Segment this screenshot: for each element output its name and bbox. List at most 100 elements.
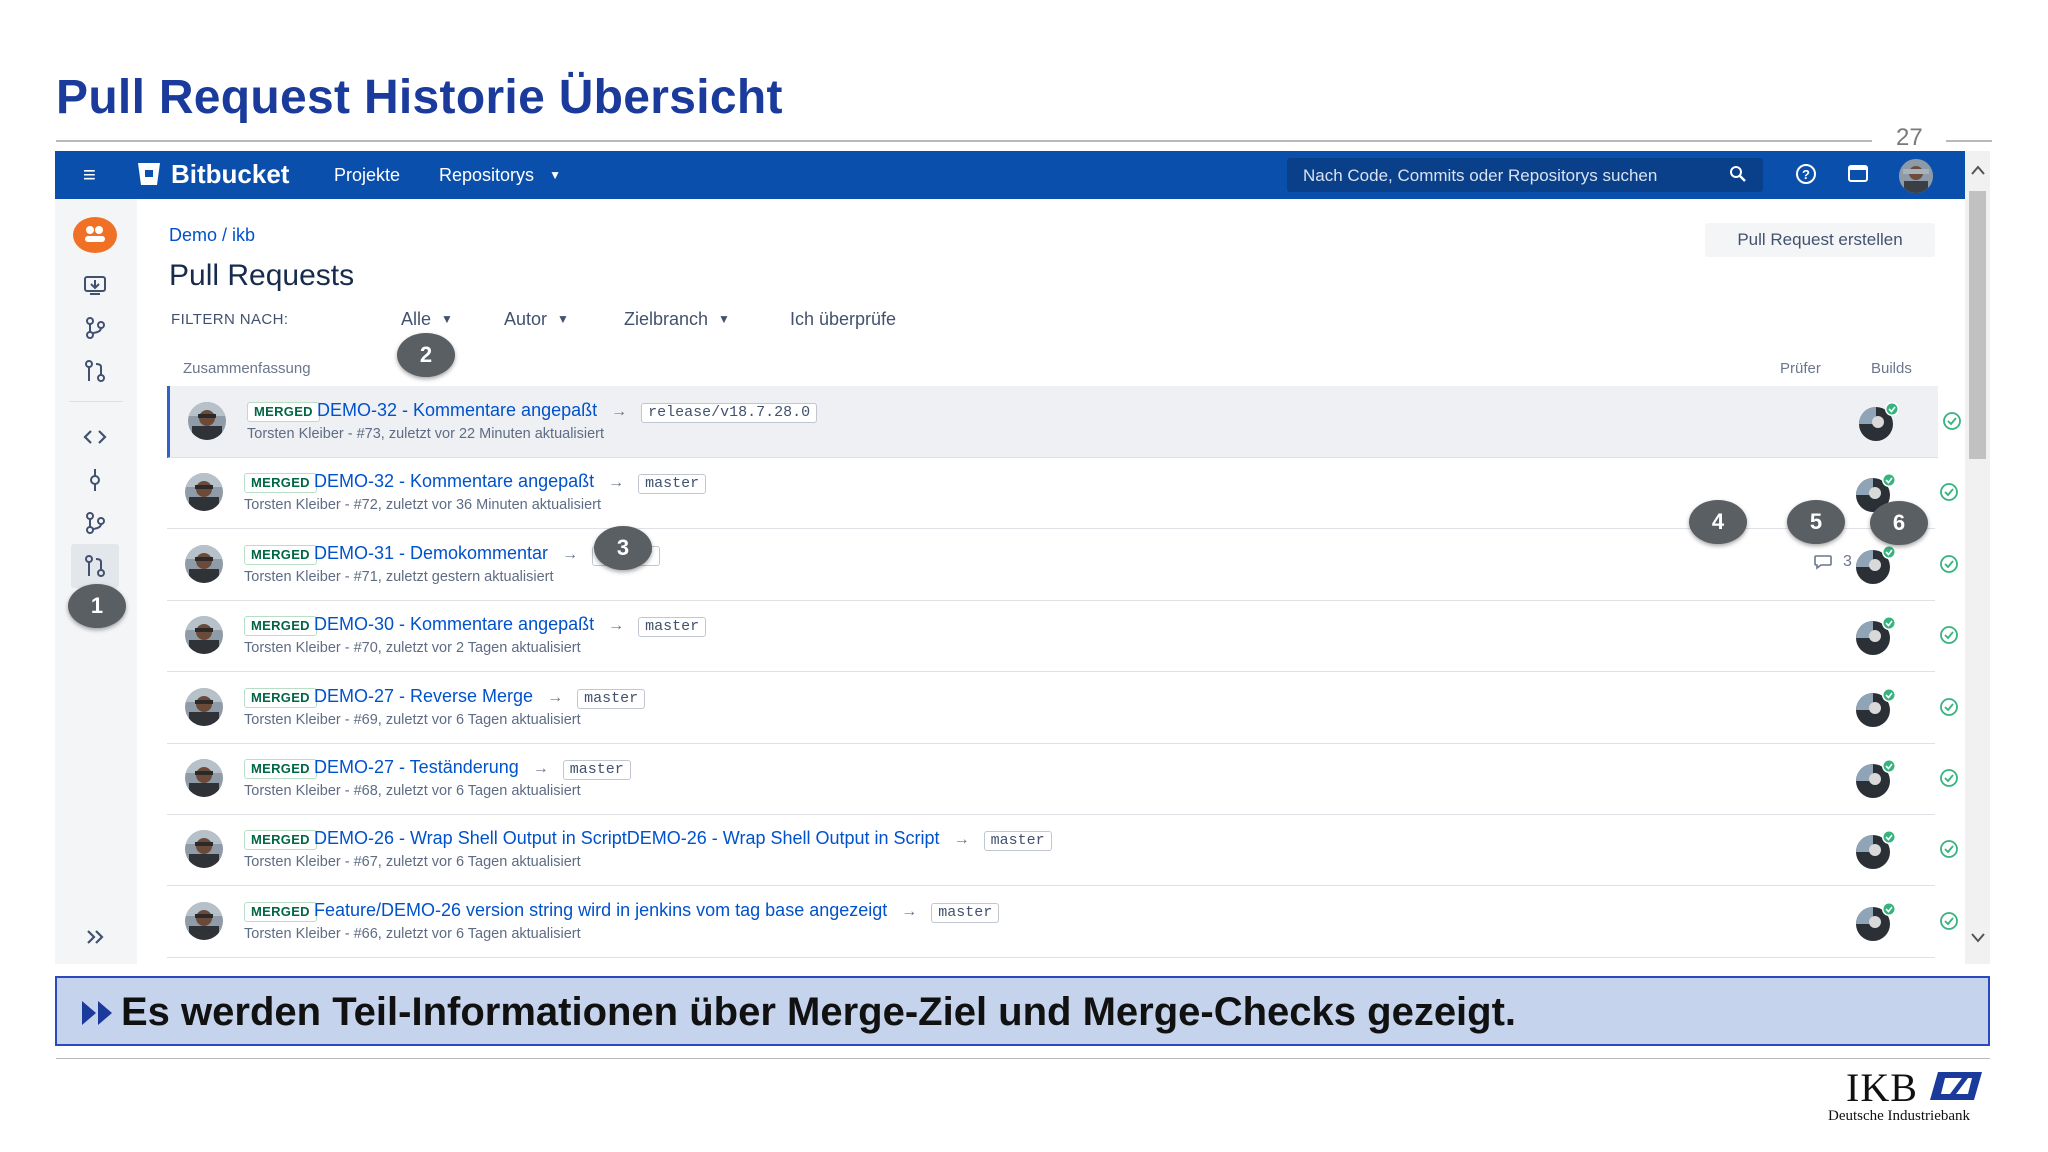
author-avatar[interactable] (185, 901, 223, 940)
target-branch[interactable]: master (931, 902, 1000, 923)
breadcrumb[interactable]: Demo / ikb (169, 225, 255, 246)
author-avatar[interactable] (185, 759, 223, 797)
reviewer-avatar[interactable] (1853, 759, 1896, 799)
pull-request-link[interactable]: DEMO-26 - Wrap Shell Output in ScriptDEM… (314, 828, 940, 848)
create-branch-icon[interactable] (81, 314, 109, 342)
table-row[interactable]: MERGED DEMO-27 - Teständerung → master Torst… (167, 743, 1958, 815)
pull-request-meta: Torsten Kleiber - #70, zuletzt vor 2 Tag… (244, 640, 581, 657)
target-branch[interactable]: master (638, 617, 707, 638)
filter-all-label: Alle (401, 309, 432, 329)
clone-icon[interactable] (81, 271, 109, 299)
check-circle-icon[interactable] (1942, 411, 1962, 431)
check-circle-icon[interactable] (1939, 768, 1959, 788)
help-icon[interactable]: ? (1794, 162, 1818, 186)
author-avatar[interactable] (185, 616, 223, 655)
target-branch[interactable]: master (562, 760, 631, 780)
check-circle-icon[interactable] (1939, 482, 1959, 502)
title-divider-end (1946, 140, 1992, 142)
author-avatar[interactable] (185, 473, 223, 512)
page-title: Pull Requests (169, 259, 355, 292)
menu-icon[interactable]: ≡ (83, 164, 105, 186)
nav-repositories[interactable]: Repositorys ▼ (439, 165, 561, 186)
check-circle-icon[interactable] (1939, 911, 1959, 931)
sidebar-divider (69, 401, 123, 402)
arrow-right-icon: → (611, 403, 628, 420)
page-scrollbar[interactable] (1965, 151, 1990, 964)
collapse-sidebar-icon[interactable] (81, 923, 109, 951)
check-circle-icon[interactable] (1939, 697, 1959, 717)
reviewer-avatar[interactable] (1856, 402, 1899, 442)
pull-request-meta: Torsten Kleiber - #66, zuletzt vor 6 Tag… (244, 925, 581, 942)
pull-request-link[interactable]: DEMO-32 - Kommentare angepaßt (317, 400, 597, 420)
column-builds: Builds (1871, 360, 1912, 377)
status-badge: MERGED (244, 544, 317, 565)
table-row[interactable]: MERGED DEMO-27 - Reverse Merge → master Tors… (167, 672, 1958, 744)
target-branch[interactable]: release/v18.7.28.0 (641, 403, 818, 423)
commits-icon[interactable] (81, 466, 109, 494)
notifications-icon[interactable] (1846, 162, 1870, 186)
scrollbar-thumb[interactable] (1969, 191, 1986, 459)
nav-projects[interactable]: Projekte (334, 165, 400, 186)
table-row[interactable]: MERGED Feature/DEMO-26 version string wir… (167, 886, 1958, 958)
chevron-down-icon: ▼ (549, 168, 561, 182)
comment-count[interactable]: 3 (1813, 553, 1852, 571)
marker-4: 4 (1689, 500, 1747, 544)
scroll-down-icon[interactable] (1971, 933, 1985, 943)
table-row[interactable]: MERGED DEMO-32 - Kommentare angepaßt → rele… (167, 386, 1961, 458)
search-icon[interactable] (1729, 165, 1747, 183)
filter-author-label: Autor (504, 309, 548, 329)
create-pull-request-icon[interactable] (81, 357, 109, 385)
check-circle-icon[interactable] (1939, 554, 1959, 574)
pull-request-link[interactable]: DEMO-27 - Reverse Merge (314, 686, 533, 706)
pull-request-meta: Torsten Kleiber - #72, zuletzt vor 36 Mi… (244, 497, 602, 514)
chevron-down-icon: ▼ (718, 312, 730, 326)
brand-name[interactable]: Bitbucket (171, 159, 289, 190)
reviewer-avatar[interactable] (1853, 544, 1896, 585)
reviewer-avatar[interactable] (1853, 616, 1896, 656)
author-avatar[interactable] (185, 687, 223, 726)
check-circle-icon[interactable] (1939, 625, 1959, 645)
comment-count-value: 3 (1843, 552, 1852, 570)
branches-icon[interactable] (81, 509, 109, 537)
author-avatar[interactable] (188, 402, 226, 440)
pull-request-link[interactable]: DEMO-31 - Demokommentar (314, 543, 548, 563)
author-avatar[interactable] (185, 830, 223, 869)
pull-request-title-line: DEMO-27 - Reverse Merge → master (314, 686, 646, 709)
pull-request-title-line: DEMO-27 - Teständerung → master (314, 757, 631, 780)
table-row[interactable]: MERGED DEMO-32 - Kommentare angepaßt → mast… (167, 457, 1958, 530)
reviewer-avatar[interactable] (1853, 830, 1896, 870)
filter-target-branch[interactable]: Zielbranch ▼ (624, 309, 730, 330)
source-icon[interactable] (81, 423, 109, 451)
pull-request-link[interactable]: DEMO-27 - Teständerung (314, 757, 519, 777)
status-badge: MERGED (244, 830, 317, 851)
author-avatar[interactable] (185, 544, 223, 583)
summary-callout: Es werden Teil-Informationen über Merge-… (55, 976, 1990, 1046)
pull-requests-icon (85, 555, 105, 577)
target-branch[interactable]: master (983, 831, 1052, 852)
ikb-logo-subtitle: Deutsche Industriebank (1828, 1108, 1971, 1124)
marker-3: 3 (594, 526, 652, 570)
pull-request-link[interactable]: Feature/DEMO-26 version string wird in j… (314, 900, 887, 920)
ikb-logo-text: IKB (1846, 1065, 1918, 1110)
pull-request-link[interactable]: DEMO-32 - Kommentare angepaßt (314, 471, 594, 491)
sidebar-item-pull-requests[interactable] (71, 544, 119, 588)
project-avatar-icon[interactable] (73, 217, 117, 253)
target-branch[interactable]: master (638, 474, 707, 495)
user-avatar[interactable] (1899, 159, 1933, 193)
search-placeholder: Nach Code, Commits oder Repositorys such… (1303, 166, 1658, 185)
table-row[interactable]: MERGEDDEMO-31 - Demokommentar→masterTors… (167, 529, 1958, 601)
table-row[interactable]: MERGED DEMO-30 - Kommentare angepaßt → mast… (167, 600, 1958, 673)
reviewer-avatar[interactable] (1853, 901, 1896, 942)
bitbucket-logo-icon[interactable] (137, 161, 161, 187)
check-circle-icon[interactable] (1939, 839, 1959, 859)
target-branch[interactable]: master (577, 688, 646, 709)
scroll-up-icon[interactable] (1971, 165, 1985, 175)
create-pull-request-button[interactable]: Pull Request erstellen (1705, 223, 1935, 257)
table-row[interactable]: MERGED DEMO-26 - Wrap Shell Output in Scr… (167, 814, 1958, 887)
search-input[interactable]: Nach Code, Commits oder Repositorys such… (1287, 158, 1763, 192)
reviewer-avatar[interactable] (1853, 687, 1896, 728)
filter-all[interactable]: Alle ▼ (401, 309, 453, 330)
filter-author[interactable]: Autor ▼ (504, 309, 569, 330)
filter-reviewing[interactable]: Ich überprüfe (790, 309, 896, 330)
pull-request-link[interactable]: DEMO-30 - Kommentare angepaßt (314, 614, 594, 634)
